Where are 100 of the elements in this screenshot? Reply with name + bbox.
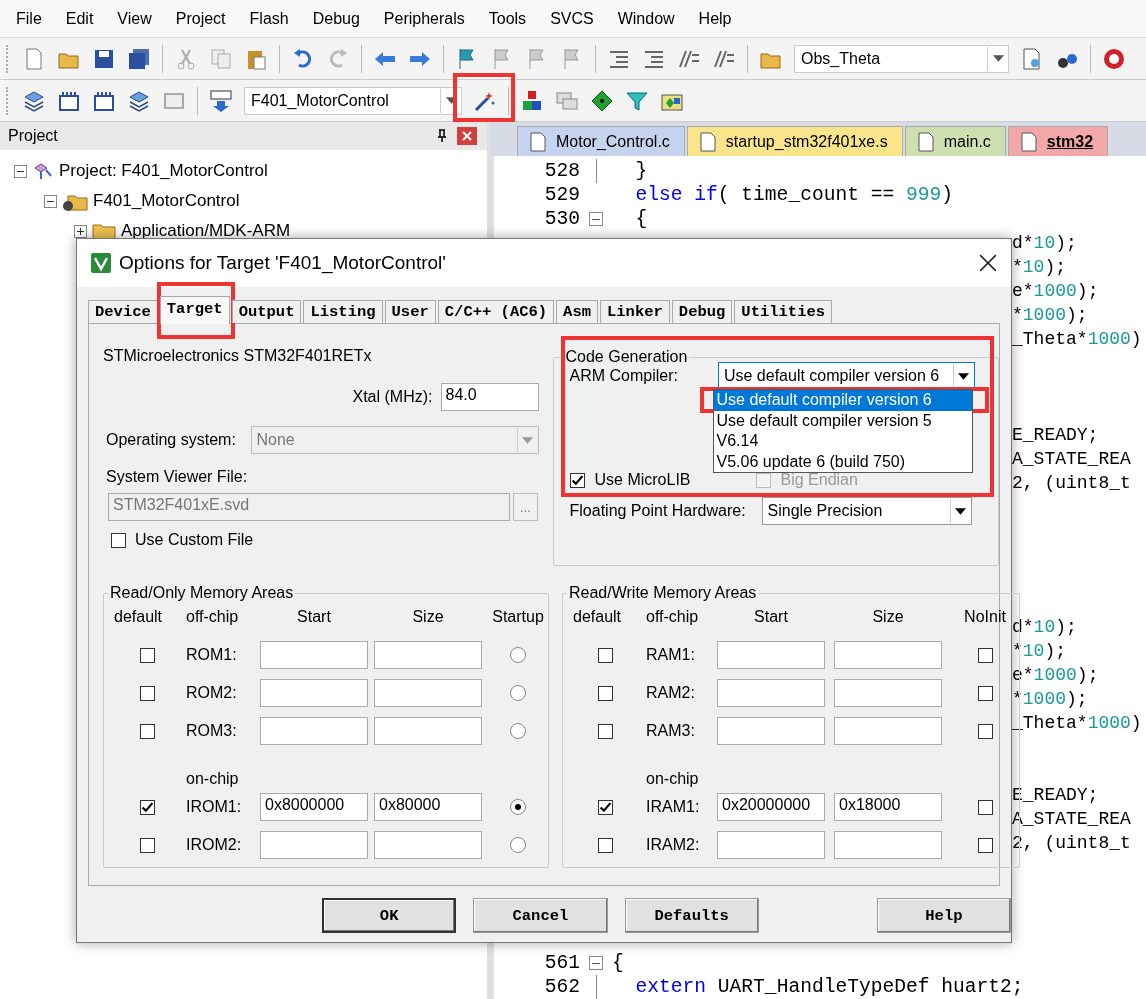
menu-item[interactable]: Help	[686, 9, 744, 28]
checkbox[interactable]	[597, 685, 613, 701]
input-field[interactable]	[374, 831, 482, 859]
input-field[interactable]	[260, 717, 368, 745]
tree-item[interactable]: Project: F401_MotorControl	[59, 161, 268, 181]
menu-item[interactable]: SVCS	[538, 9, 606, 28]
radio-button[interactable]	[510, 685, 526, 701]
menu-item[interactable]: Window	[605, 9, 687, 28]
input-field[interactable]	[717, 831, 825, 859]
checkbox[interactable]	[111, 532, 126, 548]
tab[interactable]: User	[384, 300, 436, 323]
dropdown-option[interactable]: V5.06 update 6 (build 750)	[713, 451, 972, 472]
save-all-icon[interactable]	[127, 46, 151, 71]
input-field[interactable]	[717, 641, 825, 669]
input-field[interactable]: 0x80000	[374, 793, 482, 821]
column-header: Size	[411, 608, 445, 626]
dropdown-option[interactable]: Use default compiler version 5	[713, 410, 972, 431]
input-field[interactable]	[374, 717, 482, 745]
diamond-icon[interactable]	[590, 88, 614, 113]
dialog-button[interactable]: Defaults	[624, 898, 759, 933]
tree-item[interactable]: Application/MDK-ARM	[121, 221, 291, 241]
menu-item[interactable]: Edit	[53, 9, 106, 28]
input-field[interactable]	[717, 717, 825, 745]
dialog-button[interactable]: Help	[876, 898, 1011, 933]
download-icon[interactable]	[209, 88, 233, 113]
radio-button[interactable]	[510, 723, 526, 739]
input-field[interactable]	[834, 831, 942, 859]
dialog-button[interactable]: Cancel	[473, 898, 608, 933]
menu-item[interactable]: Project	[163, 9, 238, 28]
file-tab[interactable]: startup_stm32f401xe.s	[686, 126, 903, 156]
checkbox[interactable]	[597, 837, 613, 853]
dropdown-option[interactable]: Use default compiler version 6	[713, 390, 972, 411]
tab[interactable]: Linker	[600, 300, 670, 323]
input-field[interactable]	[260, 679, 368, 707]
device-name: STMicroelectronics STM32F401RETx	[103, 347, 373, 366]
input-field[interactable]	[374, 679, 482, 707]
checkbox[interactable]	[977, 685, 993, 701]
radio-button[interactable]	[510, 647, 526, 663]
checkbox[interactable]	[597, 799, 613, 815]
radio-button[interactable]	[510, 837, 526, 853]
input-field[interactable]: 0x20000000	[717, 793, 825, 821]
tab[interactable]: Device	[88, 300, 158, 323]
find-dropdown[interactable]: Obs_Theta	[794, 44, 1009, 73]
dropdown[interactable]: Single Precision	[761, 497, 972, 525]
tab[interactable]: Listing	[303, 300, 383, 323]
tab[interactable]: Target	[159, 296, 230, 324]
checkbox[interactable]	[597, 647, 613, 663]
input-field[interactable]	[834, 679, 942, 707]
file-tab[interactable]: stm32	[1007, 126, 1109, 156]
checkbox-label: Big Endian	[780, 471, 858, 489]
menu-item[interactable]: File	[4, 9, 54, 28]
checkbox[interactable]	[597, 723, 613, 739]
menu-item[interactable]: Peripherals	[371, 9, 477, 28]
circle-icon[interactable]	[1102, 46, 1126, 71]
dropdown[interactable]: Use default compiler version 6	[717, 362, 975, 390]
line-number: 529	[543, 184, 580, 206]
menu-item[interactable]: Debug	[300, 9, 372, 28]
input-field[interactable]	[717, 679, 825, 707]
fold-toggle[interactable]	[589, 212, 603, 226]
tree-item[interactable]: F401_MotorControl	[93, 191, 240, 211]
dropdown-option[interactable]: V6.14	[713, 431, 972, 452]
tab[interactable]: C/C++ (AC6)	[437, 300, 555, 323]
checkbox[interactable]	[977, 647, 993, 663]
expand-toggle[interactable]	[74, 224, 87, 238]
blocks-icon[interactable]	[520, 88, 544, 113]
menu-item[interactable]: Flash	[237, 9, 301, 28]
input-field[interactable]	[374, 641, 482, 669]
input-field[interactable]: 0x8000000	[260, 793, 368, 821]
input-field[interactable]: 84.0	[440, 383, 539, 411]
checkbox[interactable]	[139, 685, 155, 701]
checkbox[interactable]	[977, 837, 993, 853]
fold-toggle[interactable]	[589, 956, 603, 970]
file-tab[interactable]: Motor_Control.c	[517, 126, 685, 156]
tab[interactable]: Output	[231, 300, 302, 323]
dialog-button[interactable]: OK	[322, 898, 457, 933]
pin-icon[interactable]	[437, 129, 447, 143]
row-label: IROM2:	[186, 836, 243, 854]
menu-item[interactable]: View	[105, 9, 164, 28]
file-tab[interactable]: main.c	[904, 126, 1006, 156]
target-dropdown[interactable]: F401_MotorControl	[244, 86, 462, 115]
input-field[interactable]: 0x18000	[834, 793, 942, 821]
tab[interactable]: Utilities	[734, 300, 833, 323]
input-field[interactable]	[834, 641, 942, 669]
collapse-toggle[interactable]	[14, 164, 27, 178]
radio-button[interactable]	[510, 799, 526, 815]
input-field[interactable]	[260, 831, 368, 859]
checkbox[interactable]	[139, 723, 155, 739]
tab[interactable]: Debug	[671, 300, 733, 323]
menu-item[interactable]: Tools	[476, 9, 539, 28]
input-field[interactable]	[260, 641, 368, 669]
checkbox[interactable]	[977, 723, 993, 739]
checkbox[interactable]	[139, 799, 155, 815]
checkbox[interactable]	[569, 472, 585, 488]
close-icon[interactable]	[979, 254, 997, 272]
checkbox[interactable]	[139, 837, 155, 853]
checkbox[interactable]	[977, 799, 993, 815]
input-field[interactable]	[834, 717, 942, 745]
checkbox[interactable]	[139, 647, 155, 663]
tab[interactable]: Asm	[556, 300, 598, 323]
collapse-toggle[interactable]	[44, 194, 57, 208]
